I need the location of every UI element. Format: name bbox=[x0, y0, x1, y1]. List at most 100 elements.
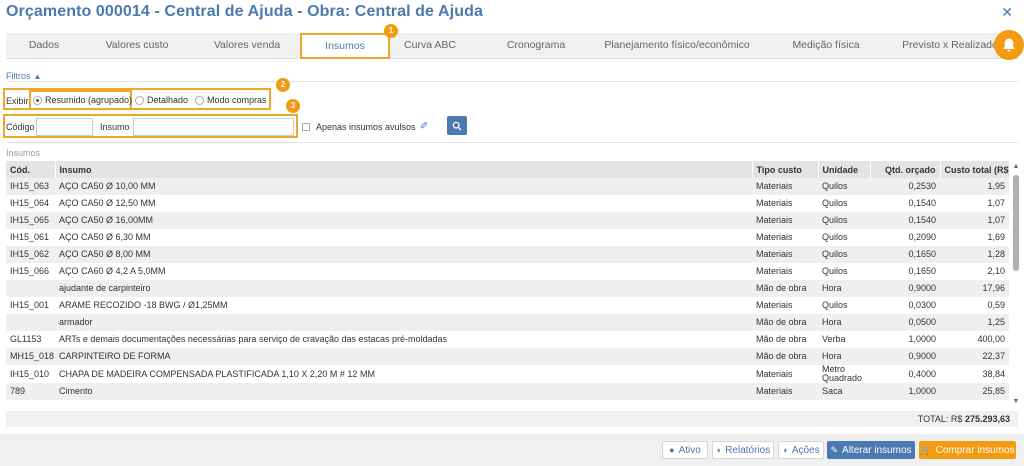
cell-custo: 400,00 bbox=[977, 334, 1005, 344]
insumos-table: Cód. Insumo Tipo custo Unidade Qtd. orça… bbox=[6, 161, 1009, 409]
radio-detalhado-label: Detalhado bbox=[147, 95, 189, 105]
cell-insumo: CARPINTEIRO DE FORMA bbox=[55, 348, 752, 365]
chevron-up-icon: ▲ bbox=[33, 72, 42, 81]
circle-icon: ● bbox=[669, 445, 675, 455]
cell-cod: IH15_062 bbox=[6, 246, 55, 263]
cell-qtd: 0,0300 bbox=[908, 300, 936, 310]
tab-medicao-fisica[interactable]: Medição física bbox=[776, 33, 876, 59]
cell-tipo-custo: Materiais bbox=[756, 300, 793, 310]
table-row[interactable]: IH15_010 CHAPA DE MADEIRA COMPENSADA PLAS… bbox=[6, 365, 1009, 383]
tab-dados[interactable]: Dados bbox=[6, 33, 82, 59]
cart-icon: 🛒 bbox=[920, 444, 932, 455]
cell-unidade: Hora bbox=[818, 280, 870, 297]
codigo-input[interactable] bbox=[36, 118, 93, 136]
tab-valores-venda[interactable]: Valores venda bbox=[192, 33, 302, 59]
ativo-button[interactable]: ● Ativo bbox=[662, 441, 708, 459]
cell-tipo-custo: Materiais bbox=[752, 212, 818, 229]
table-row[interactable]: ajudante de carpinteiro Mão de obra Hora 0,… bbox=[6, 280, 1009, 297]
tab-valores-custo[interactable]: Valores custo bbox=[82, 33, 192, 59]
col-header-qtd[interactable]: Qtd. orçado bbox=[870, 161, 941, 178]
total-value: TOTAL: R$ 275.293,63 bbox=[917, 414, 1010, 424]
cell-tipo-custo: Materiais bbox=[756, 198, 793, 208]
table-row[interactable]: armador Mão de obra Hora 0,0500 1,25 bbox=[6, 314, 1009, 331]
scroll-up-icon[interactable]: ▲ bbox=[1012, 163, 1020, 171]
notification-bell-icon[interactable] bbox=[994, 30, 1024, 60]
cell-unidade: Hora bbox=[818, 314, 870, 331]
avulsos-checkbox[interactable] bbox=[302, 123, 310, 131]
cell-insumo: Cimento bbox=[55, 383, 752, 400]
col-header-custo[interactable]: Custo total (R$) bbox=[940, 161, 1009, 178]
comprar-insumos-button[interactable]: 🛒 Comprar insumos bbox=[919, 441, 1016, 459]
table-row[interactable]: GL1153 ARTs e demais documentações necess… bbox=[6, 331, 1009, 348]
radio-icon bbox=[135, 95, 144, 105]
cell-custo: 1,95 bbox=[940, 178, 1009, 195]
tab-previsto-realizado[interactable]: Previsto x Realizado bbox=[890, 33, 1010, 59]
cell-custo: 22,37 bbox=[940, 348, 1009, 365]
col-header-tipo-custo[interactable]: Tipo custo bbox=[752, 161, 819, 178]
cell-custo: 1,25 bbox=[940, 314, 1009, 331]
divider bbox=[6, 142, 1018, 143]
table-row[interactable]: IH15_064 AÇO CA50 Ø 12,50 MM Materiais Quil… bbox=[6, 195, 1009, 212]
relatorios-button[interactable]: ◖ Relatórios bbox=[712, 441, 774, 459]
cell-qtd: 0,1650 bbox=[870, 246, 940, 263]
cell-insumo: AÇO CA50 Ø 8,00 MM bbox=[55, 246, 752, 263]
cell-tipo-custo: Materiais bbox=[752, 383, 818, 400]
cell-unidade: Verba bbox=[822, 334, 846, 344]
close-icon[interactable]: ✕ bbox=[1001, 5, 1013, 19]
table-scrollbar[interactable]: ▲ ▼ bbox=[1012, 163, 1020, 406]
radio-modo-compras[interactable]: Modo compras bbox=[195, 91, 267, 109]
table-row[interactable]: IH15_065 AÇO CA50 Ø 16,00MM Materiais Quilo… bbox=[6, 212, 1009, 229]
table-row[interactable]: MH15_018 CARPINTEIRO DE FORMA Mão de obra H… bbox=[6, 348, 1009, 365]
cell-cod: IH15_066 bbox=[10, 266, 50, 276]
section-label: Insumos bbox=[6, 148, 41, 158]
table-row[interactable]: IH15_066 AÇO CA60 Ø 4,2 A 5,0MM Materiais Q… bbox=[6, 263, 1009, 280]
alterar-insumos-button[interactable]: ✎ Alterar insumos bbox=[827, 441, 915, 459]
insumo-input[interactable] bbox=[133, 118, 294, 136]
tab-insumos[interactable]: Insumos bbox=[300, 33, 390, 59]
scroll-down-icon[interactable]: ▼ bbox=[1012, 398, 1020, 406]
radio-detalhado[interactable]: Detalhado bbox=[135, 91, 188, 109]
table-row[interactable]: 789 Cimento Materiais Saca 1,0000 25,85 bbox=[6, 383, 1009, 400]
cell-tipo-custo: Materiais bbox=[752, 178, 818, 195]
table-row[interactable]: IH15_061 AÇO CA50 Ø 6,30 MM Materiais Quilo… bbox=[6, 229, 1009, 246]
radio-icon bbox=[195, 95, 204, 105]
search-icon bbox=[452, 121, 462, 130]
cell-cod: GL1153 bbox=[10, 334, 42, 344]
radio-resumido[interactable]: Resumido (agrupado) bbox=[33, 91, 132, 109]
cell-insumo: AÇO CA60 Ø 4,2 A 5,0MM bbox=[59, 266, 166, 276]
filters-toggle[interactable]: Filtros ▲ bbox=[6, 71, 41, 81]
cell-tipo-custo: Mão de obra bbox=[752, 314, 818, 331]
table-row[interactable]: IH15_001 ARAME RECOZIDO -18 BWG / Ø1,25MM… bbox=[6, 297, 1009, 314]
tab-cronograma[interactable]: Cronograma bbox=[486, 33, 586, 59]
cell-tipo-custo: Materiais bbox=[756, 266, 793, 276]
col-header-insumo[interactable]: Insumo bbox=[55, 161, 753, 178]
search-button[interactable] bbox=[447, 116, 467, 135]
table-row[interactable]: IH15_062 AÇO CA50 Ø 8,00 MM Materiais Quilo… bbox=[6, 246, 1009, 263]
tag-icon: ◖ bbox=[782, 445, 788, 455]
cell-qtd: 0,4000 bbox=[908, 368, 936, 379]
scroll-thumb[interactable] bbox=[1013, 175, 1019, 271]
cell-insumo: ARTs e demais documentações necessárias … bbox=[59, 334, 448, 344]
cell-unidade: Quilos bbox=[818, 212, 870, 229]
acoes-button[interactable]: ◖ Ações bbox=[778, 441, 824, 459]
cell-qtd: 0,1540 bbox=[908, 198, 936, 208]
cell-insumo: AÇO CA50 Ø 6,30 MM bbox=[59, 232, 151, 242]
tab-planejamento[interactable]: Planejamento físico/econômico bbox=[602, 33, 752, 59]
cell-cod: IH15_064 bbox=[10, 198, 50, 208]
radio-modo-compras-label: Modo compras bbox=[207, 95, 267, 105]
step-badge-1: 1 bbox=[384, 24, 398, 38]
cell-unidade: Quilos bbox=[822, 198, 848, 208]
cell-cod bbox=[6, 280, 55, 297]
step-badge-2: 2 bbox=[276, 78, 290, 92]
table-row[interactable]: IH15_063 AÇO CA50 Ø 10,00 MM Materiais Quil… bbox=[6, 178, 1009, 195]
cell-qtd: 1,0000 bbox=[870, 383, 940, 400]
cell-custo: 1,28 bbox=[940, 246, 1009, 263]
col-header-cod[interactable]: Cód. bbox=[6, 161, 56, 178]
cell-unidade: Quilos bbox=[818, 178, 870, 195]
cell-custo: 2,10 bbox=[987, 266, 1005, 276]
tab-curva-abc[interactable]: Curva ABC bbox=[394, 33, 466, 59]
col-header-unidade[interactable]: Unidade bbox=[818, 161, 871, 178]
cell-insumo: armador bbox=[55, 314, 752, 331]
eraser-icon[interactable]: ✐ bbox=[420, 121, 428, 132]
cell-cod: IH15_010 bbox=[10, 368, 50, 379]
